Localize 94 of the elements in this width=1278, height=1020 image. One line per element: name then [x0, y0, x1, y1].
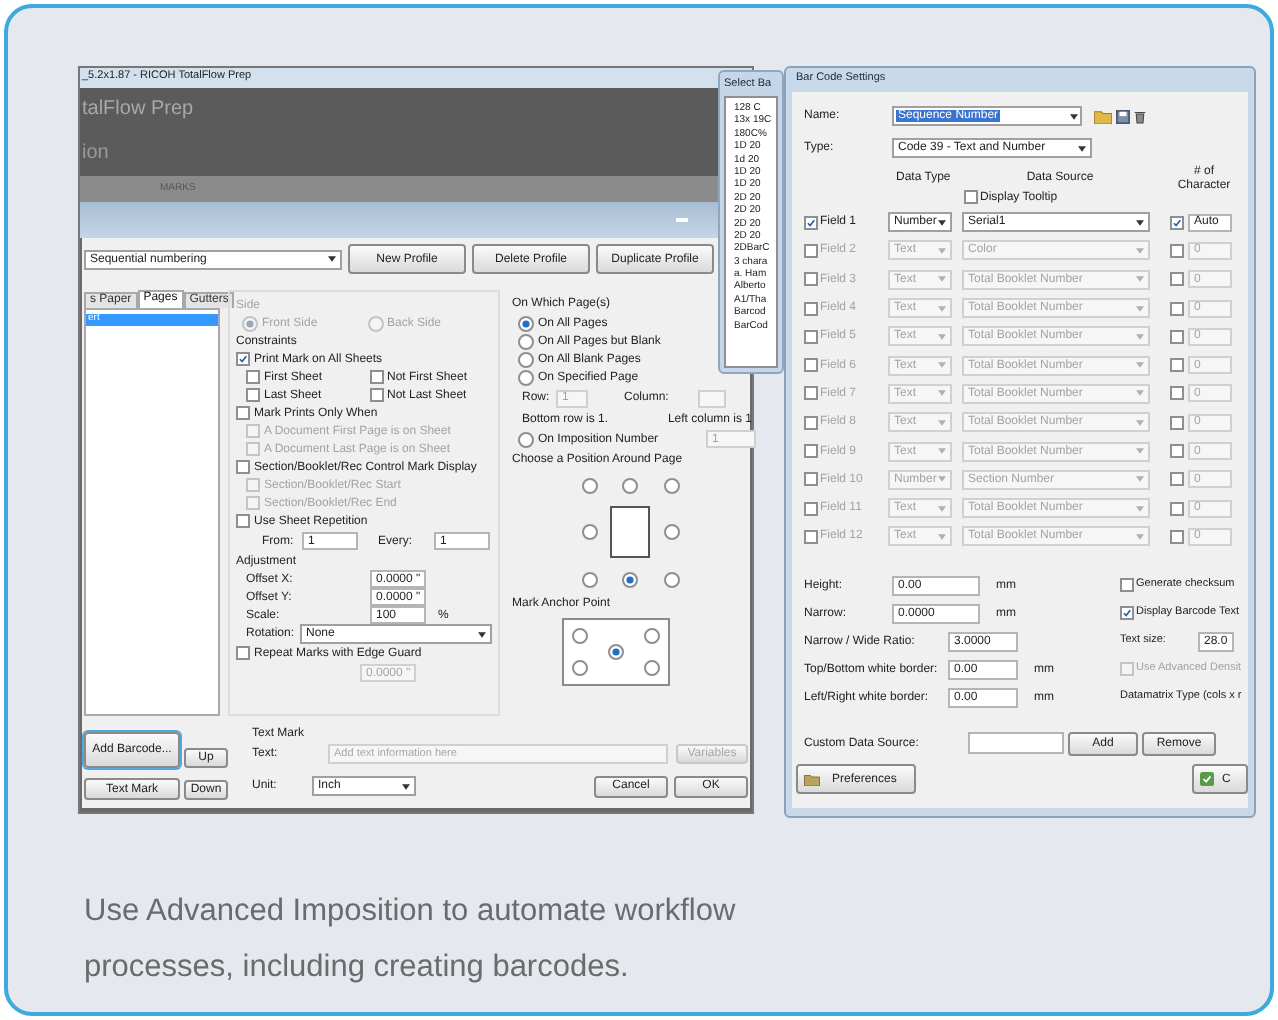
checkbox[interactable]	[804, 358, 818, 373]
checkbox[interactable]	[804, 329, 818, 344]
caret-icon	[1136, 448, 1144, 455]
checkbox[interactable]	[804, 444, 818, 459]
caret-icon	[478, 631, 486, 637]
checkbox[interactable]	[804, 529, 818, 544]
caret-icon	[1136, 362, 1144, 369]
caret-icon	[1136, 390, 1144, 397]
checkbox[interactable]	[236, 460, 250, 474]
radio-button[interactable]	[663, 477, 679, 493]
caret-icon	[938, 419, 946, 426]
page-outline	[610, 506, 650, 558]
radio-button[interactable]	[518, 369, 534, 385]
caret-icon	[938, 476, 947, 483]
radio-button[interactable]	[518, 333, 534, 349]
radio-button[interactable]	[572, 660, 588, 676]
folder-icon	[804, 773, 820, 786]
caret-icon	[1136, 276, 1144, 283]
checkbox[interactable]	[1170, 272, 1184, 287]
checkbox[interactable]	[804, 243, 818, 258]
checkbox[interactable]	[804, 386, 818, 401]
save-icon[interactable]	[1116, 109, 1130, 123]
checkbox[interactable]	[964, 190, 978, 204]
checkbox[interactable]	[1170, 415, 1184, 430]
radio-button[interactable]	[518, 431, 534, 447]
checkbox[interactable]	[804, 301, 818, 316]
checkbox[interactable]	[1170, 386, 1184, 401]
input-field[interactable]	[698, 389, 726, 407]
radio-button[interactable]	[622, 477, 638, 493]
checkbox[interactable]	[804, 472, 818, 487]
caret-icon	[1136, 476, 1144, 483]
checkbox[interactable]	[804, 415, 818, 430]
checkbox[interactable]	[236, 406, 250, 420]
radio-button[interactable]	[644, 660, 660, 676]
checkbox[interactable]	[1170, 529, 1184, 544]
checkbox[interactable]	[804, 272, 818, 287]
checkbox[interactable]	[1170, 243, 1184, 258]
checkbox[interactable]	[1170, 329, 1184, 344]
radio-button[interactable]	[663, 524, 679, 540]
section-title: ion	[82, 144, 109, 164]
caret-icon	[938, 305, 946, 312]
checkbox[interactable]	[1170, 472, 1184, 487]
caret-icon	[402, 783, 410, 789]
radio-button[interactable]	[644, 628, 660, 644]
caret-icon	[1136, 333, 1144, 340]
caret-icon	[938, 247, 946, 254]
checkbox[interactable]	[246, 370, 260, 384]
radio-button[interactable]	[663, 571, 679, 587]
checkbox[interactable]	[1170, 301, 1184, 316]
caret-icon	[938, 390, 946, 397]
caret-icon	[1136, 533, 1144, 540]
checkbox[interactable]	[1170, 215, 1184, 230]
radio-button[interactable]	[518, 315, 534, 331]
caret-icon	[328, 256, 336, 262]
checkbox[interactable]	[236, 352, 250, 366]
caret-icon	[1136, 305, 1144, 312]
caret-icon	[938, 505, 946, 512]
checkbox[interactable]	[369, 388, 383, 402]
radio-button[interactable]	[622, 571, 638, 587]
caret-icon	[1070, 113, 1078, 119]
caret-icon	[938, 533, 946, 540]
checkbox[interactable]	[1120, 578, 1134, 593]
checkbox[interactable]	[1170, 501, 1184, 516]
caret-icon	[938, 219, 947, 226]
folder-icon[interactable]	[1094, 109, 1112, 123]
caret-icon	[1136, 419, 1144, 426]
caret-icon	[938, 333, 946, 340]
checkbox[interactable]	[1120, 606, 1134, 621]
caret-icon	[1136, 219, 1144, 226]
check-icon	[1200, 772, 1214, 787]
radio-button[interactable]	[581, 477, 597, 493]
checkbox[interactable]	[804, 215, 818, 230]
radio-button[interactable]	[581, 571, 597, 587]
checkbox[interactable]	[1170, 358, 1184, 373]
caret-icon	[938, 448, 946, 455]
checkbox[interactable]	[236, 514, 250, 528]
caret-icon	[1078, 145, 1086, 151]
radio-button[interactable]	[518, 351, 534, 367]
radio-button[interactable]	[608, 644, 624, 660]
checkbox[interactable]	[1170, 444, 1184, 459]
radio-button[interactable]	[572, 628, 588, 644]
caret-icon	[938, 362, 946, 369]
caret-icon	[938, 276, 946, 283]
input-field[interactable]	[968, 732, 1064, 755]
radio-button[interactable]	[581, 524, 597, 540]
checkbox[interactable]	[804, 501, 818, 516]
checkbox[interactable]	[236, 646, 250, 660]
app-name: talFlow Prep	[82, 100, 194, 120]
caret-icon	[1136, 247, 1144, 254]
checkbox[interactable]	[246, 388, 260, 402]
caret-icon	[1136, 505, 1144, 512]
trash-icon[interactable]	[1134, 109, 1146, 123]
caption: Use Advanced Imposition to automate workflow processes, including creating barcodes.	[82, 892, 738, 988]
checkbox[interactable]	[369, 370, 383, 384]
